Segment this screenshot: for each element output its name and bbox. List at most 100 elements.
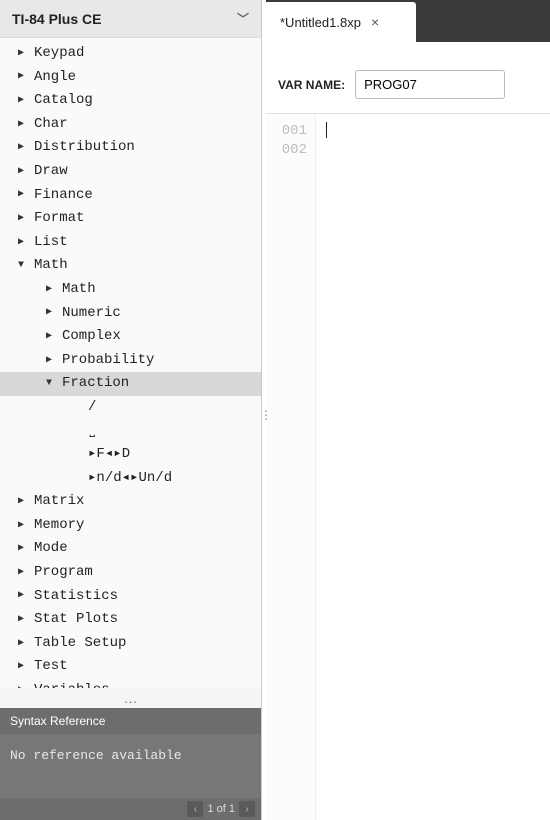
triangle-right-icon: ▶ [46, 354, 56, 368]
triangle-right-icon: ▶ [18, 118, 28, 132]
tree-item-label: Probability [62, 351, 154, 371]
tree-item-label: Numeric [62, 304, 121, 324]
triangle-right-icon: ▶ [18, 613, 28, 627]
triangle-right-icon: ▶ [46, 330, 56, 344]
tree-node[interactable]: ▶ Distribution [0, 136, 261, 160]
tree-node[interactable]: ▶ Program [0, 561, 261, 585]
tree-node[interactable]: ▶Statistics [0, 585, 261, 609]
triangle-right-icon: ▶ [18, 141, 28, 155]
triangle-right-icon: ▶ [46, 306, 56, 320]
tree-node[interactable]: ▶ Matrix [0, 490, 261, 514]
tree-node[interactable]: ▶ Keypad [0, 42, 261, 66]
code-editor[interactable]: 001002 [266, 113, 550, 820]
catalog-tree[interactable]: ▶Keypad▶Angle▶Catalog▶Char▶Distribution▶… [0, 38, 261, 688]
tree-node[interactable]: ▶ Memory [0, 514, 261, 538]
triangle-right-icon: ▶ [18, 188, 28, 202]
tree-item-label: ▸n/d◂▸Un/d [88, 469, 172, 489]
sidebar: TI-84 Plus CE ﹀ ▶ Keypad ▶ Angle ▶ Catalog ▶ Ch… [0, 0, 262, 820]
code-body[interactable] [316, 114, 550, 820]
gutter-line: 001 [280, 122, 307, 141]
triangle-right-icon: ▶ [18, 637, 28, 651]
triangle-right-icon: ▶ [18, 495, 28, 509]
tree-node[interactable]: ▶Math [0, 278, 261, 302]
tree-item-label: Math [34, 256, 68, 276]
tree-node[interactable]: ▶ Numeric [0, 302, 261, 326]
var-name-row: VAR NAME: [266, 42, 550, 113]
triangle-right-icon: ▶ [18, 542, 28, 556]
tab-untitled[interactable]: *Untitled1.8xp × [266, 2, 416, 42]
tab-bar: *Untitled1.8xp × [266, 0, 550, 42]
tree-node[interactable]: ▶ Complex [0, 325, 261, 349]
tree-item-label: Statistics [34, 587, 118, 607]
tree-item-label: Char [34, 115, 68, 135]
tree-node[interactable]: ▶ Mode [0, 537, 261, 561]
tree-item-label: Draw [34, 162, 68, 182]
tree-node[interactable]: ▼ Math [0, 254, 261, 278]
triangle-right-icon: ▶ [18, 47, 28, 61]
tree-item-label: Test [34, 657, 68, 677]
tree-node[interactable]: ▼ Fraction [0, 372, 261, 396]
triangle-down-icon: ▼ [18, 259, 28, 273]
line-gutter: 001002 [266, 114, 316, 820]
tree-item-label: Catalog [34, 91, 93, 111]
tree-node[interactable]: ▶ Char [0, 113, 261, 137]
pager-text: 1 of 1 [207, 803, 235, 815]
triangle-right-icon: ▶ [18, 519, 28, 533]
tree-item-label: Table Setup [34, 634, 126, 654]
tree-item-label: Stat Plots [34, 610, 118, 630]
triangle-right-icon: ▶ [18, 70, 28, 84]
tree-node[interactable]: ▶ Probability [0, 349, 261, 373]
tree-item-label: Angle [34, 68, 76, 88]
var-name-input[interactable] [355, 70, 505, 99]
tree-leaf[interactable]: ˽ [0, 420, 261, 444]
editor-panel: *Untitled1.8xp × VAR NAME: 001002 [266, 0, 550, 820]
triangle-right-icon: ▶ [18, 212, 28, 226]
triangle-right-icon: ▶ [18, 566, 28, 580]
tree-item-label: Distribution [34, 138, 135, 158]
syntax-reference-header: Syntax Reference [0, 708, 261, 734]
tree-node[interactable]: ▶ Angle [0, 66, 261, 90]
tree-item-label: Complex [62, 327, 121, 347]
tree-node[interactable]: ▶ Catalog [0, 89, 261, 113]
tree-node[interactable]: ▶Variables [0, 679, 261, 688]
var-name-label: VAR NAME: [278, 78, 345, 92]
tree-more: … [0, 688, 261, 708]
triangle-right-icon: ▶ [18, 236, 28, 250]
tree-node[interactable]: ▶ Draw [0, 160, 261, 184]
tree-item-label: Matrix [34, 492, 84, 512]
tree-item-label: Variables [34, 681, 110, 688]
triangle-down-icon: ▼ [46, 377, 56, 391]
tree-node[interactable]: ▶ List [0, 231, 261, 255]
tree-node[interactable]: ▶ Test [0, 655, 261, 679]
tree-item-label: Memory [34, 516, 84, 536]
splitter-handle[interactable] [262, 0, 266, 820]
syntax-pager: ‹ 1 of 1 › [0, 798, 261, 820]
tree-node[interactable]: ▶ Format [0, 207, 261, 231]
tree-node[interactable]: ▶ Stat Plots [0, 608, 261, 632]
syntax-reference-body: No reference available [0, 734, 261, 798]
pager-prev-button[interactable]: ‹ [187, 801, 203, 817]
tree-node[interactable]: ▶ Finance [0, 184, 261, 208]
tree-item-label: Mode [34, 539, 68, 559]
tree-item-label: Fraction [62, 374, 129, 394]
gutter-line: 002 [280, 141, 307, 160]
close-icon[interactable]: × [371, 14, 379, 30]
pager-next-button[interactable]: › [239, 801, 255, 817]
triangle-right-icon: ▶ [18, 94, 28, 108]
tree-item-label: / [88, 398, 96, 418]
tree-leaf[interactable]: / [0, 396, 261, 420]
tree-item-label: ˽ [88, 422, 96, 442]
tree-item-label: Finance [34, 186, 93, 206]
tree-item-label: Keypad [34, 44, 84, 64]
sidebar-title: TI-84 Plus CE [12, 11, 101, 27]
tree-item-label: ▸F◂▸D [88, 445, 130, 465]
tree-node[interactable]: ▶ Table Setup [0, 632, 261, 656]
triangle-right-icon: ▶ [18, 660, 28, 674]
triangle-right-icon: ▶ [18, 165, 28, 179]
tree-leaf[interactable]: ▸F◂▸D [0, 443, 261, 467]
sidebar-header[interactable]: TI-84 Plus CE ﹀ [0, 0, 261, 38]
tree-leaf[interactable]: ▸n/d◂▸Un/d [0, 467, 261, 491]
tree-item-label: Format [34, 209, 84, 229]
tree-item-label: Program [34, 563, 93, 583]
tree-item-label: List [34, 233, 68, 253]
